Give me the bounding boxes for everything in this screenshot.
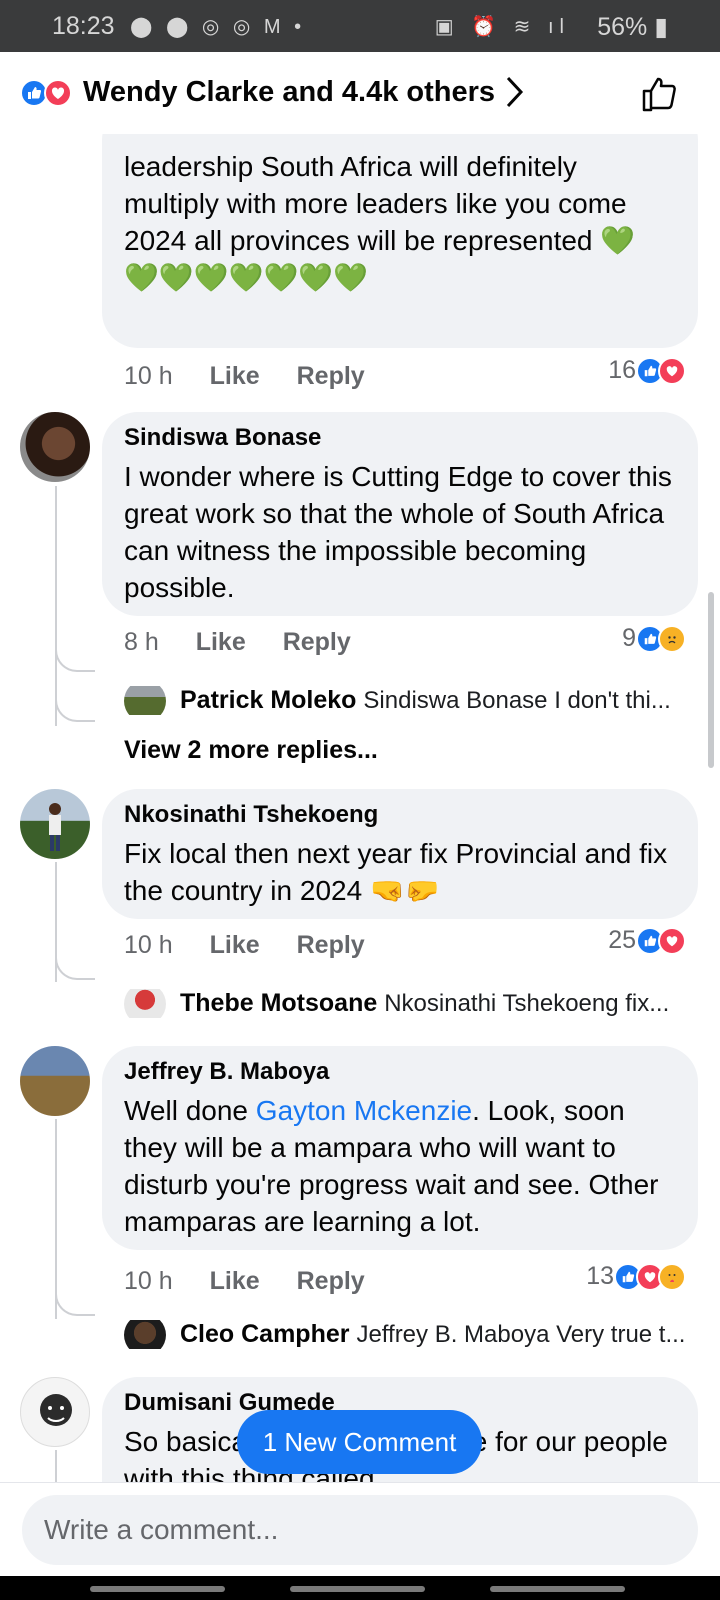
view-more-replies-link[interactable]: View 2 more replies... <box>124 736 378 765</box>
reactors-title[interactable]: Wendy Clarke and 4.4k others <box>83 76 495 109</box>
battery-level: 56% ▮ <box>597 13 668 41</box>
comment-actions: 10 h Like Reply <box>124 362 395 391</box>
avatar[interactable] <box>124 1320 166 1349</box>
comments-sheet: Wendy Clarke and 4.4k others leadership … <box>0 52 720 1482</box>
reply-button[interactable]: Reply <box>297 362 365 390</box>
thumbs-up-icon[interactable] <box>640 74 680 119</box>
comment-time: 10 h <box>124 931 173 959</box>
reply-author[interactable]: Patrick Moleko <box>180 686 356 714</box>
comment-bubble[interactable]: Jeffrey B. Maboya Well done Gayton Mcken… <box>102 1046 698 1250</box>
new-comment-button[interactable]: 1 New Comment <box>237 1410 482 1474</box>
comment-time: 10 h <box>124 362 173 390</box>
comment-text: 💚💚💚💚💚💚💚 <box>124 262 369 293</box>
thread-line <box>55 486 57 726</box>
love-reaction-icon <box>658 926 686 955</box>
scrollbar[interactable] <box>708 592 714 768</box>
reply-preview[interactable]: Thebe Motsoane Nkosinathi Tshekoeng fix.… <box>124 989 704 1018</box>
mention-link[interactable]: Gayton Mckenzie <box>256 1095 472 1126</box>
reply-preview[interactable]: Patrick Moleko Sindiswa Bonase I don't t… <box>124 686 704 715</box>
comment-text: I wonder where is Cutting Edge to cover … <box>124 461 672 603</box>
reply-text: Nkosinathi Tshekoeng fix... <box>384 990 670 1017</box>
nav-recents-handle[interactable] <box>490 1586 625 1592</box>
status-bar: 18:23 ⬤ ⬤ ◎ ◎ M • ▣ ⏰ ≋ ıl 56% ▮ <box>0 0 720 52</box>
avatar[interactable] <box>20 1377 90 1447</box>
love-reaction-icon <box>658 356 686 385</box>
reaction-count[interactable]: 16 <box>608 356 686 385</box>
thread-connector <box>55 692 95 722</box>
thread-connector <box>55 950 95 980</box>
comment-actions: 8 h Like Reply <box>124 628 381 657</box>
reply-text: Jeffrey B. Maboya Very true t... <box>356 1321 686 1348</box>
like-button[interactable]: Like <box>210 931 260 959</box>
avatar[interactable] <box>20 1046 90 1116</box>
love-reaction-icon <box>44 79 72 107</box>
care-reaction-icon <box>658 1262 686 1291</box>
reaction-count-number: 16 <box>608 356 636 384</box>
reply-text: Sindiswa Bonase I don't thi... <box>363 687 671 714</box>
reply-button[interactable]: Reply <box>297 1267 365 1295</box>
thread-line <box>55 1450 57 1482</box>
thread-connector <box>55 1286 95 1316</box>
reply-preview[interactable]: Cleo Campher Jeffrey B. Maboya Very true… <box>124 1320 704 1349</box>
reactions-header[interactable]: Wendy Clarke and 4.4k others <box>0 52 720 134</box>
comment-text: 2024 all provinces will be represented 💚 <box>124 225 636 256</box>
comment-composer: Write a comment... <box>0 1482 720 1576</box>
notification-icons: ⬤ ⬤ ◎ ◎ M • <box>130 16 306 38</box>
reply-button[interactable]: Reply <box>297 931 365 959</box>
reaction-count-number: 9 <box>622 624 636 652</box>
comment-text: Fix local then next year fix Provincial … <box>124 838 668 906</box>
reaction-count-number: 13 <box>586 1262 614 1290</box>
reply-author[interactable]: Thebe Motsoane <box>180 989 377 1017</box>
avatar[interactable] <box>20 412 90 482</box>
reaction-count[interactable]: 25 <box>608 926 686 955</box>
comment-author[interactable]: Jeffrey B. Maboya <box>124 1058 678 1086</box>
comment-actions: 10 h Like Reply <box>124 931 395 960</box>
system-nav-bar <box>0 1576 720 1600</box>
comment-text: Well done Gayton Mckenzie. Look, soon th… <box>124 1092 678 1240</box>
chevron-right-icon[interactable] <box>505 74 525 115</box>
reply-button[interactable]: Reply <box>283 628 351 656</box>
comment-text-part: Well done <box>124 1095 256 1126</box>
comment-author[interactable]: Nkosinathi Tshekoeng <box>124 801 678 829</box>
reaction-summary-icons <box>20 79 76 109</box>
reply-author[interactable]: Cleo Campher <box>180 1320 349 1348</box>
comment-author[interactable]: Sindiswa Bonase <box>124 424 678 452</box>
sad-reaction-icon <box>658 624 686 653</box>
reaction-count-number: 25 <box>608 926 636 954</box>
nav-home-handle[interactable] <box>290 1586 425 1592</box>
comment-bubble[interactable]: Nkosinathi Tshekoeng Fix local then next… <box>102 789 698 919</box>
comment-text: multiply with more leaders like you come <box>124 188 627 219</box>
like-button[interactable]: Like <box>210 1267 260 1295</box>
comment-bubble[interactable]: Sindiswa Bonase I wonder where is Cuttin… <box>102 412 698 616</box>
comment-text: leadership South Africa will definitely <box>124 151 577 182</box>
reaction-count[interactable]: 9 <box>622 624 686 653</box>
reaction-count[interactable]: 13 <box>586 1262 686 1291</box>
avatar[interactable] <box>124 686 166 715</box>
comment-actions: 10 h Like Reply <box>124 1267 395 1296</box>
comment-bubble[interactable]: leadership South Africa will definitely … <box>102 104 698 348</box>
comment-input[interactable]: Write a comment... <box>22 1495 698 1565</box>
avatar[interactable] <box>20 789 90 859</box>
like-button[interactable]: Like <box>196 628 246 656</box>
system-icons: ▣ ⏰ ≋ ıl <box>434 16 570 38</box>
comment-time: 8 h <box>124 628 159 656</box>
status-time: 18:23 <box>52 12 115 40</box>
nav-back-handle[interactable] <box>90 1586 225 1592</box>
comment-time: 10 h <box>124 1267 173 1295</box>
like-button[interactable]: Like <box>210 362 260 390</box>
avatar[interactable] <box>124 989 166 1018</box>
thread-connector <box>55 642 95 672</box>
